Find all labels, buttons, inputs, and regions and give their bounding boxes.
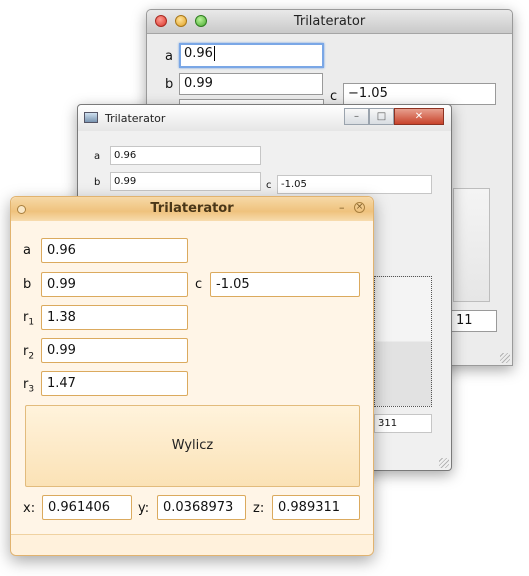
maximize-button[interactable]: □ [369,108,394,125]
qt-trilaterator-window: Trilaterator – × a 0.96 b 0.99 c -1.05 r… [10,196,374,556]
y-label: y: [138,501,150,516]
win-b-input[interactable]: 0.99 [110,172,261,191]
app-window-icon[interactable] [84,112,98,123]
qt-title-bar[interactable]: Trilaterator – × [11,197,373,221]
win-c-input[interactable]: -1.05 [277,175,432,194]
win-a-label: a [94,151,101,162]
x-output: 0.961406 [42,495,132,520]
mac-b-label: b [165,77,174,92]
r3-label: r3 [23,377,35,395]
r2-input[interactable]: 0.99 [41,338,188,363]
windows-window-title: Trilaterator [105,112,166,125]
c-input[interactable]: -1.05 [210,272,360,297]
a-input[interactable]: 0.96 [41,238,188,263]
r2-label: r2 [23,344,35,362]
r1-input[interactable]: 1.38 [41,305,188,330]
minimize-button[interactable]: – [344,108,369,125]
mac-a-value: 0.96 [184,46,213,61]
resize-grip-icon[interactable] [500,353,510,363]
close-button[interactable]: ✕ [394,108,444,125]
status-bar [11,534,373,555]
r3-input[interactable]: 1.47 [41,371,188,396]
mac-compute-button[interactable] [453,188,490,302]
close-icon[interactable]: × [354,202,365,213]
win-b-label: b [94,177,101,188]
b-input[interactable]: 0.99 [41,272,188,297]
win-c-label: c [266,180,272,191]
z-label: z: [253,501,265,516]
resize-grip-icon[interactable] [439,458,449,468]
win-a-input[interactable]: 0.96 [110,146,261,165]
mac-window-title: Trilaterator [293,14,366,29]
compute-button[interactable]: Wylicz [25,405,360,487]
mac-b-input[interactable]: 0.99 [179,73,323,95]
win-z-output: 311 [374,414,432,433]
b-label: b [23,277,32,292]
minimize-icon[interactable]: – [339,201,345,214]
mac-title-bar[interactable]: Trilaterator [147,10,512,34]
text-cursor [213,46,215,61]
c-label: c [195,277,203,292]
windows-title-bar[interactable]: Trilaterator – □ ✕ [78,105,451,131]
z-output: 0.989311 [272,495,360,520]
mac-a-input[interactable]: 0.96 [179,43,324,68]
r1-label: r1 [23,310,35,328]
mac-c-input[interactable]: −1.05 [343,83,496,105]
mac-c-label: c [330,89,338,104]
y-output: 0.0368973 [157,495,246,520]
x-label: x: [23,501,36,516]
qt-window-title: Trilaterator [150,201,234,216]
a-label: a [23,243,31,258]
mac-a-label: a [165,49,173,64]
win-compute-button[interactable] [374,276,432,407]
mac-z-output: 11 [451,310,497,332]
